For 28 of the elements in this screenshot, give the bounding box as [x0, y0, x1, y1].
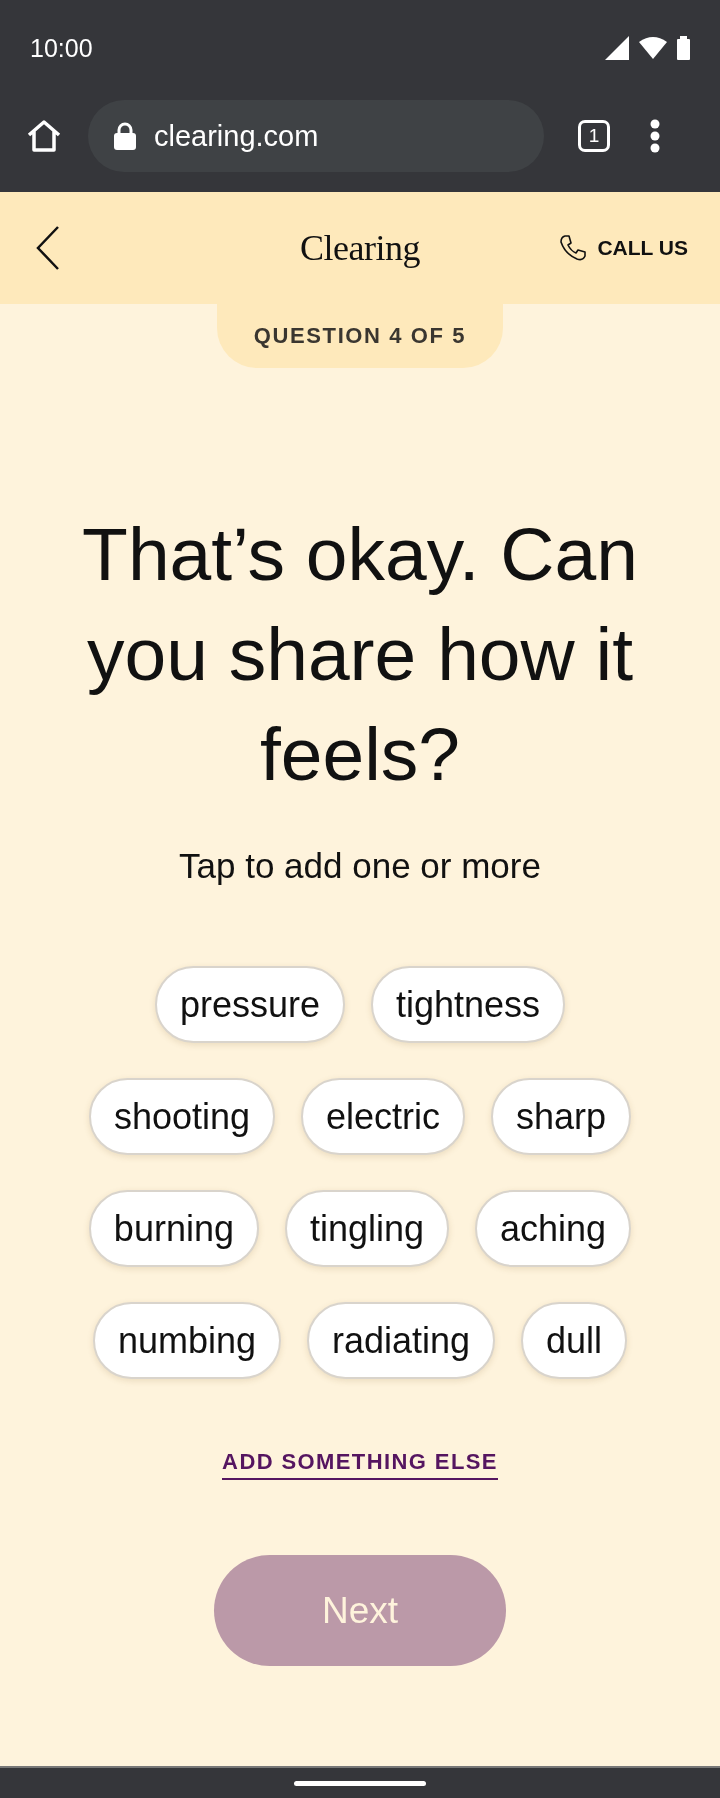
instruction-text: Tap to add one or more [179, 846, 541, 886]
back-chevron-icon[interactable] [36, 226, 60, 270]
home-icon[interactable] [26, 119, 62, 153]
option-chip[interactable]: numbing [92, 1302, 281, 1379]
more-menu-icon[interactable] [650, 119, 660, 153]
question-title: That’s okay. Can you share how it feels? [81, 511, 639, 798]
logo[interactable]: Clearing [300, 228, 420, 268]
call-us-button[interactable]: CALL US [559, 234, 688, 262]
phone-icon [559, 234, 588, 262]
option-chip[interactable]: sharp [491, 1078, 632, 1155]
signal-icon [605, 36, 629, 60]
option-chip[interactable]: pressure [154, 966, 345, 1043]
option-chip[interactable]: tingling [284, 1190, 450, 1267]
option-chip[interactable]: radiating [306, 1302, 496, 1379]
home-indicator[interactable] [294, 1780, 426, 1786]
option-chip[interactable]: tightness [371, 966, 566, 1043]
option-chip[interactable]: shooting [88, 1078, 275, 1155]
option-chip[interactable]: dull [521, 1302, 628, 1379]
lock-icon [114, 122, 136, 150]
tab-count-button[interactable]: 1 [578, 120, 610, 152]
option-chip[interactable]: electric [301, 1078, 466, 1155]
status-time: 10:00 [30, 33, 93, 63]
add-something-else-link[interactable]: ADD SOMETHING ELSE [222, 1449, 498, 1480]
battery-icon [677, 36, 690, 60]
option-chip[interactable]: burning [88, 1190, 259, 1267]
option-chip[interactable]: aching [475, 1190, 632, 1267]
wifi-icon [639, 37, 667, 59]
address-bar[interactable]: clearing.com [88, 100, 544, 172]
